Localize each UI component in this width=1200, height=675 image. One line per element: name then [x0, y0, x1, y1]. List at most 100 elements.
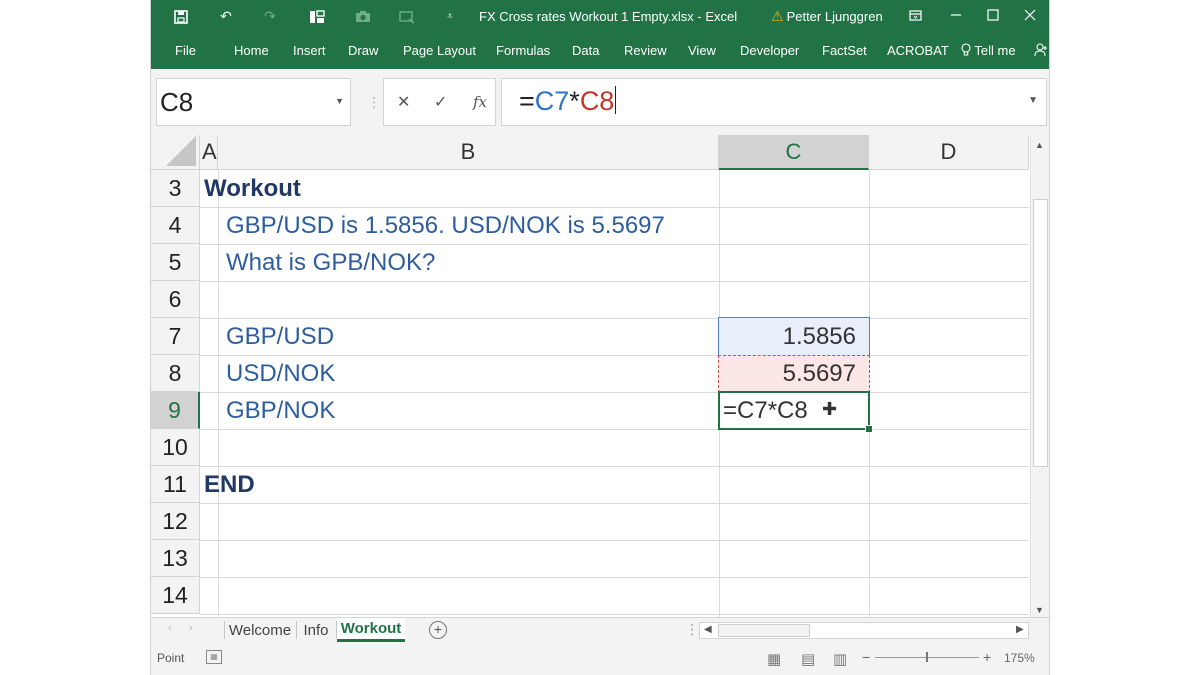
- cell-c7[interactable]: 1.5856: [719, 318, 856, 355]
- scroll-right-icon[interactable]: ▶: [1016, 624, 1024, 635]
- row-header-11[interactable]: 11: [151, 466, 200, 503]
- zoom-in-icon[interactable]: +: [983, 649, 991, 665]
- tab-formulas[interactable]: Formulas: [496, 43, 550, 58]
- name-box-value: C8: [160, 87, 194, 117]
- horizontal-scrollbar[interactable]: ◀ ▶: [699, 622, 1029, 639]
- gridline: [200, 503, 1029, 504]
- zoom-slider-thumb[interactable]: [926, 652, 928, 662]
- scroll-down-icon[interactable]: ▼: [1035, 605, 1044, 615]
- tell-me-search[interactable]: Tell me: [961, 43, 1016, 58]
- normal-view-icon[interactable]: ▦: [767, 650, 781, 668]
- cell-c9[interactable]: =C7*C8: [723, 392, 808, 429]
- user-account[interactable]: ⚠ Petter Ljunggren: [771, 8, 883, 25]
- cell-b7[interactable]: GBP/USD: [226, 318, 334, 355]
- row-header-8[interactable]: 8: [151, 355, 200, 392]
- vertical-scrollbar[interactable]: ▲ ▼: [1030, 135, 1049, 617]
- row-header-12[interactable]: 12: [151, 503, 200, 540]
- tab-factset[interactable]: FactSet: [822, 43, 867, 58]
- chevron-down-icon[interactable]: ▼: [335, 96, 344, 106]
- redo-icon[interactable]: ↷: [258, 0, 282, 33]
- warning-icon: ⚠: [771, 8, 784, 24]
- tab-view[interactable]: View: [688, 43, 716, 58]
- sheet-tab-info[interactable]: Info: [299, 618, 333, 642]
- row-header-4[interactable]: 4: [151, 207, 200, 244]
- row-header-13[interactable]: 13: [151, 540, 200, 577]
- tab-acrobat[interactable]: ACROBAT: [887, 43, 949, 58]
- tab-data[interactable]: Data: [572, 43, 599, 58]
- gridline: [218, 170, 219, 617]
- add-sheet-icon[interactable]: +: [429, 621, 447, 639]
- tab-file[interactable]: File: [175, 43, 196, 58]
- column-header-a[interactable]: A: [200, 135, 218, 170]
- scroll-left-icon[interactable]: ◀: [704, 624, 712, 635]
- row-header-9[interactable]: 9: [151, 392, 200, 429]
- save-icon[interactable]: [169, 0, 193, 33]
- ribbon-tabs: File Home Insert Draw Page Layout Formul…: [151, 33, 1049, 69]
- drag-handle-icon[interactable]: ⋮: [367, 94, 381, 111]
- layout-icon[interactable]: [305, 0, 329, 33]
- gridline: [200, 540, 1029, 541]
- gridline: [200, 614, 1029, 615]
- insert-function-icon[interactable]: fx: [473, 93, 487, 111]
- select-all-corner[interactable]: [151, 135, 200, 170]
- cell-c8[interactable]: 5.5697: [719, 355, 856, 392]
- next-sheet-icon[interactable]: ›: [189, 622, 193, 634]
- camera-icon[interactable]: [351, 0, 375, 33]
- page-break-view-icon[interactable]: ▥: [833, 650, 847, 668]
- scroll-up-icon[interactable]: ▲: [1035, 140, 1044, 150]
- excel-window: ↶ ↷ ⩡ FX Cross rates Workout 1 Empty.xls…: [150, 0, 1050, 675]
- zoom-out-icon[interactable]: −: [862, 649, 870, 665]
- cell-b4[interactable]: GBP/USD is 1.5856. USD/NOK is 5.5697: [226, 207, 665, 244]
- window-title: FX Cross rates Workout 1 Empty.xlsx - Ex…: [479, 9, 738, 24]
- row-header-6[interactable]: 6: [151, 281, 200, 318]
- row-header-3[interactable]: 3: [151, 170, 200, 207]
- share-icon[interactable]: [1034, 43, 1048, 60]
- gridline: [200, 466, 1029, 467]
- screen-icon[interactable]: [395, 0, 419, 33]
- formula-bar: C8 ▼ ⋮ ✕ ✓ fx =C7*C8 ▼: [151, 69, 1049, 135]
- status-bar: Point ▦ ▦ ▤ ▥ − + 175%: [151, 642, 1049, 675]
- worksheet-grid[interactable]: A B C D 3 4 5 6 7 8 9 10 11 12 13 14 Wor…: [151, 135, 1049, 617]
- row-header-5[interactable]: 5: [151, 244, 200, 281]
- row-header-7[interactable]: 7: [151, 318, 200, 355]
- column-header-d[interactable]: D: [869, 135, 1029, 170]
- row-header-10[interactable]: 10: [151, 429, 200, 466]
- vertical-scroll-thumb[interactable]: [1033, 199, 1048, 467]
- name-box[interactable]: C8 ▼: [156, 78, 351, 126]
- zoom-level[interactable]: 175%: [1004, 651, 1035, 665]
- minimize-icon[interactable]: [937, 0, 975, 30]
- column-header-c[interactable]: C: [719, 135, 869, 170]
- enter-icon[interactable]: ✓: [434, 92, 447, 112]
- maximize-icon[interactable]: [974, 0, 1012, 30]
- lightbulb-icon: [961, 43, 974, 58]
- cell-b9[interactable]: GBP/NOK: [226, 392, 335, 429]
- cell-a3[interactable]: Workout: [204, 170, 301, 207]
- sheet-tab-welcome[interactable]: Welcome: [227, 618, 293, 642]
- ribbon-display-icon[interactable]: [896, 0, 934, 30]
- customize-icon[interactable]: ⩡: [441, 0, 459, 33]
- split-handle-icon[interactable]: ⋮: [685, 621, 699, 638]
- undo-icon[interactable]: ↶: [214, 0, 238, 33]
- cell-a11[interactable]: END: [204, 466, 255, 503]
- tab-draw[interactable]: Draw: [348, 43, 378, 58]
- formula-input[interactable]: =C7*C8 ▼: [501, 78, 1047, 126]
- fill-handle[interactable]: [865, 425, 873, 433]
- row-header-14[interactable]: 14: [151, 577, 200, 614]
- tab-review[interactable]: Review: [624, 43, 667, 58]
- sheet-tab-workout[interactable]: Workout: [337, 618, 405, 642]
- prev-sheet-icon[interactable]: ‹: [168, 622, 172, 634]
- cell-b5[interactable]: What is GPB/NOK?: [226, 244, 435, 281]
- tab-home[interactable]: Home: [234, 43, 269, 58]
- column-header-b[interactable]: B: [218, 135, 719, 170]
- tab-page-layout[interactable]: Page Layout: [403, 43, 476, 58]
- cancel-icon[interactable]: ✕: [397, 92, 410, 112]
- cell-cursor-icon: ✚: [822, 399, 838, 419]
- cell-b8[interactable]: USD/NOK: [226, 355, 335, 392]
- close-icon[interactable]: [1011, 0, 1049, 30]
- tab-developer[interactable]: Developer: [740, 43, 799, 58]
- tab-insert[interactable]: Insert: [293, 43, 326, 58]
- macro-record-icon[interactable]: ▦: [206, 650, 222, 664]
- expand-formula-icon[interactable]: ▼: [1028, 95, 1038, 106]
- page-layout-view-icon[interactable]: ▤: [801, 650, 815, 668]
- horizontal-scroll-thumb[interactable]: [718, 624, 810, 637]
